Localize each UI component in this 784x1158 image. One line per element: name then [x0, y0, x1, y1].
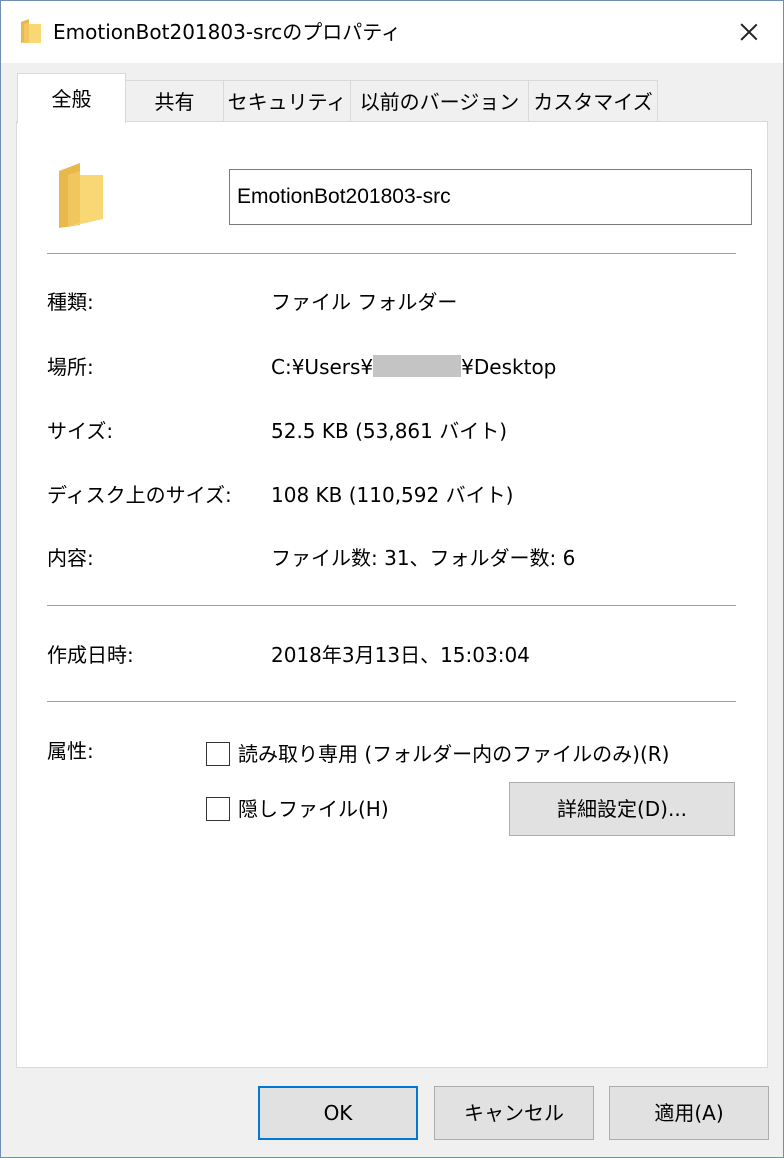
folder-icon — [21, 19, 41, 43]
location-prefix: C:¥Users¥ — [271, 355, 374, 379]
hidden-checkbox[interactable] — [206, 797, 230, 821]
location-suffix: ¥Desktop — [461, 355, 557, 379]
apply-button[interactable]: 適用(A) — [609, 1086, 769, 1140]
tab-sharing[interactable]: 共有 — [125, 80, 224, 122]
general-panel — [16, 121, 768, 1068]
attributes-label: 属性: — [47, 739, 94, 763]
created-value: 2018年3月13日、15:03:04 — [271, 643, 530, 667]
cancel-button[interactable]: キャンセル — [434, 1086, 594, 1140]
folder-icon — [59, 163, 103, 228]
divider — [47, 253, 736, 254]
disk-size-label: ディスク上のサイズ: — [47, 483, 232, 507]
readonly-checkbox[interactable] — [206, 742, 230, 766]
advanced-settings-button[interactable]: 詳細設定(D)... — [509, 782, 735, 836]
contents-value: ファイル数: 31、フォルダー数: 6 — [271, 546, 576, 570]
title-bar: EmotionBot201803-srcのプロパティ — [1, 1, 783, 63]
folder-name-input[interactable] — [229, 169, 752, 225]
created-label: 作成日時: — [47, 643, 134, 667]
tab-previous-versions[interactable]: 以前のバージョン — [350, 80, 529, 122]
ok-button[interactable]: OK — [258, 1086, 418, 1140]
type-value: ファイル フォルダー — [271, 290, 458, 314]
location-label: 場所: — [47, 355, 94, 379]
divider — [47, 605, 736, 606]
contents-label: 内容: — [47, 546, 94, 570]
type-label: 種類: — [47, 290, 94, 314]
disk-size-value: 108 KB (110,592 バイト) — [271, 483, 514, 507]
properties-dialog: EmotionBot201803-srcのプロパティ 全般 共有 セキュリティ … — [0, 0, 784, 1158]
size-label: サイズ: — [47, 419, 114, 443]
divider — [47, 701, 736, 702]
close-icon[interactable] — [723, 9, 775, 53]
readonly-label[interactable]: 読み取り専用 (フォルダー内のファイルのみ)(R) — [238, 740, 669, 768]
size-value: 52.5 KB (53,861 バイト) — [271, 419, 508, 443]
window-title: EmotionBot201803-srcのプロパティ — [53, 20, 402, 44]
tab-customize[interactable]: カスタマイズ — [528, 80, 658, 122]
tab-security[interactable]: セキュリティ — [223, 80, 351, 122]
tab-general[interactable]: 全般 — [17, 73, 126, 123]
hidden-label[interactable]: 隠しファイル(H) — [238, 795, 389, 823]
location-value: C:¥Users¥ ¥Desktop — [271, 353, 556, 381]
redacted-username — [373, 355, 462, 377]
